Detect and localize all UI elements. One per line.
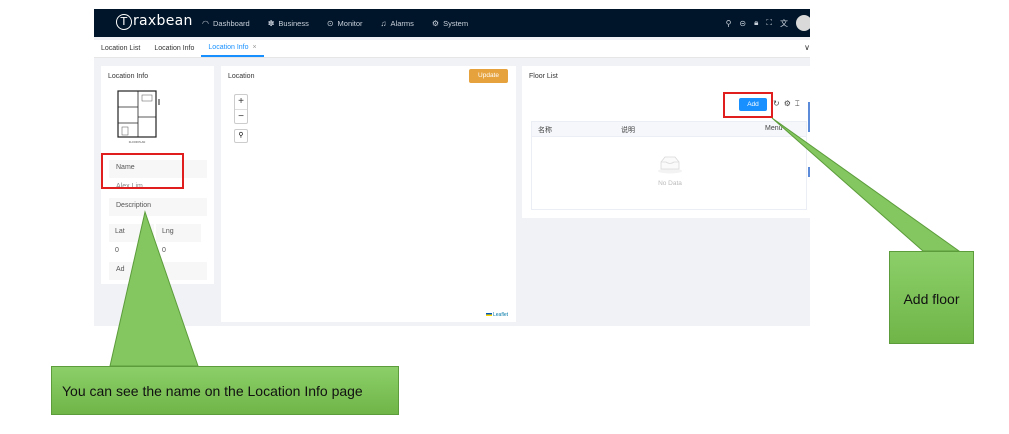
add-highlight-box [723, 92, 773, 118]
nav-monitor[interactable]: ⊙ Monitor [327, 19, 363, 28]
floor-list-card: Floor List Add ↻ ⚙ ⌶ 名称 说明 Menu No Data [522, 66, 810, 218]
leaflet-attribution[interactable]: Leaflet [485, 312, 508, 318]
scroll-indicator[interactable] [808, 102, 810, 132]
scroll-indicator-lower[interactable] [808, 167, 810, 177]
flag-icon [485, 313, 492, 316]
tab-location-info-active-label: Location Info [208, 44, 249, 51]
address-label: Ad [116, 266, 125, 273]
nav-system-label: System [443, 18, 469, 28]
right-callout: Add floor [889, 251, 974, 344]
close-icon[interactable]: × [253, 44, 257, 51]
nav-dashboard-label: Dashboard [212, 18, 250, 28]
lng-label: Lng [156, 224, 201, 242]
top-right-tools: ⚲ ⊝ 🔒︎ ⛶ 文 [726, 9, 810, 37]
search-icon[interactable]: ⚲ [726, 19, 732, 28]
update-button[interactable]: Update [469, 69, 508, 83]
translate-icon[interactable]: 文 [780, 18, 788, 29]
left-callout: You can see the name on the Location Inf… [51, 366, 399, 415]
brand-initial: T [116, 14, 132, 30]
empty-box-icon [658, 156, 682, 174]
app-window: Traxbean ◠ Dashboard ✽ Business ⊙ Monitor ♫… [94, 9, 810, 326]
nav-monitor-label: Monitor [337, 18, 363, 28]
location-map-card: Location Update + − ⚲ Leaflet [221, 66, 516, 322]
nav-business[interactable]: ✽ Business [268, 19, 309, 28]
dashboard-icon: ◠ [202, 18, 209, 28]
lng-value: 0 [162, 247, 166, 254]
nav-dashboard[interactable]: ◠ Dashboard [202, 19, 250, 28]
address-label-row: Ad [109, 262, 207, 280]
brand-name: raxbean [133, 13, 193, 29]
column-description: 说明 [621, 127, 635, 134]
stage: Traxbean ◠ Dashboard ✽ Business ⊙ Monitor ♫… [0, 0, 1009, 434]
tab-location-info-label: Location Info [154, 45, 195, 52]
alarm-icon: ♫ [380, 18, 387, 28]
help-icon[interactable]: ⊝ [739, 19, 746, 28]
top-nav-bar: Traxbean ◠ Dashboard ✽ Business ⊙ Monitor ♫… [94, 9, 810, 37]
zoom-in-button[interactable]: + [235, 95, 247, 109]
nav-business-label: Business [278, 18, 309, 28]
system-icon: ⚙ [431, 18, 440, 28]
monitor-icon: ⊙ [326, 18, 334, 28]
lat-lng-grid: Lat Lng 0 0 [109, 224, 207, 264]
settings-icon[interactable]: ⚙ [784, 99, 791, 109]
main-nav: ◠ Dashboard ✽ Business ⊙ Monitor ♫ Alarms ⚙ S… [202, 9, 468, 37]
table-tools: ↻ ⚙ ⌶ [773, 99, 800, 109]
zoom-control: + − [234, 94, 248, 124]
leaflet-label: Leaflet [492, 312, 508, 318]
column-name: 名称 [538, 127, 552, 134]
description-label-row: Description [109, 198, 207, 216]
avatar[interactable] [796, 15, 810, 31]
map-search-button[interactable]: ⚲ [234, 129, 248, 143]
chevron-down-icon[interactable]: ∨ [804, 43, 810, 52]
nav-system[interactable]: ⚙ System [432, 19, 468, 28]
lock-icon[interactable]: 🔒︎ [754, 18, 758, 28]
search-icon: ⚲ [238, 132, 244, 139]
zoom-out-button[interactable]: − [235, 109, 247, 123]
lat-label: Lat [109, 224, 154, 242]
right-callout-text: Add floor [903, 291, 960, 307]
description-label: Description [116, 202, 152, 209]
no-data-text: No Data [658, 180, 682, 187]
name-highlight-box [101, 153, 184, 189]
tab-location-info-active[interactable]: Location Info × [201, 40, 264, 57]
tab-location-list-label: Location List [101, 45, 141, 52]
fullscreen-icon[interactable]: ⛶ [766, 18, 772, 28]
lat-value: 0 [115, 247, 119, 254]
floor-list-title: Floor List [529, 73, 558, 80]
column-height-icon[interactable]: ⌶ [795, 99, 800, 109]
nav-alarms[interactable]: ♫ Alarms [381, 19, 414, 28]
tab-location-info[interactable]: Location Info [147, 40, 201, 57]
floor-table-body: No Data [531, 137, 807, 210]
floorplan-caption: FLOOR PLAN [129, 140, 146, 144]
left-callout-text: You can see the name on the Location Inf… [62, 383, 363, 399]
tab-bar: Location List Location Info Location Inf… [94, 40, 810, 58]
business-icon: ✽ [267, 18, 275, 28]
column-menu: Menu [765, 125, 783, 132]
nav-alarms-label: Alarms [390, 18, 414, 28]
location-info-title: Location Info [108, 73, 149, 80]
floorplan-image: FLOOR PLAN [117, 90, 160, 144]
location-map-title: Location [228, 73, 255, 80]
refresh-icon[interactable]: ↻ [773, 99, 780, 109]
floor-table-header: 名称 说明 Menu [531, 121, 807, 137]
tab-location-list[interactable]: Location List [94, 40, 147, 57]
brand-logo[interactable]: Traxbean [116, 13, 193, 30]
